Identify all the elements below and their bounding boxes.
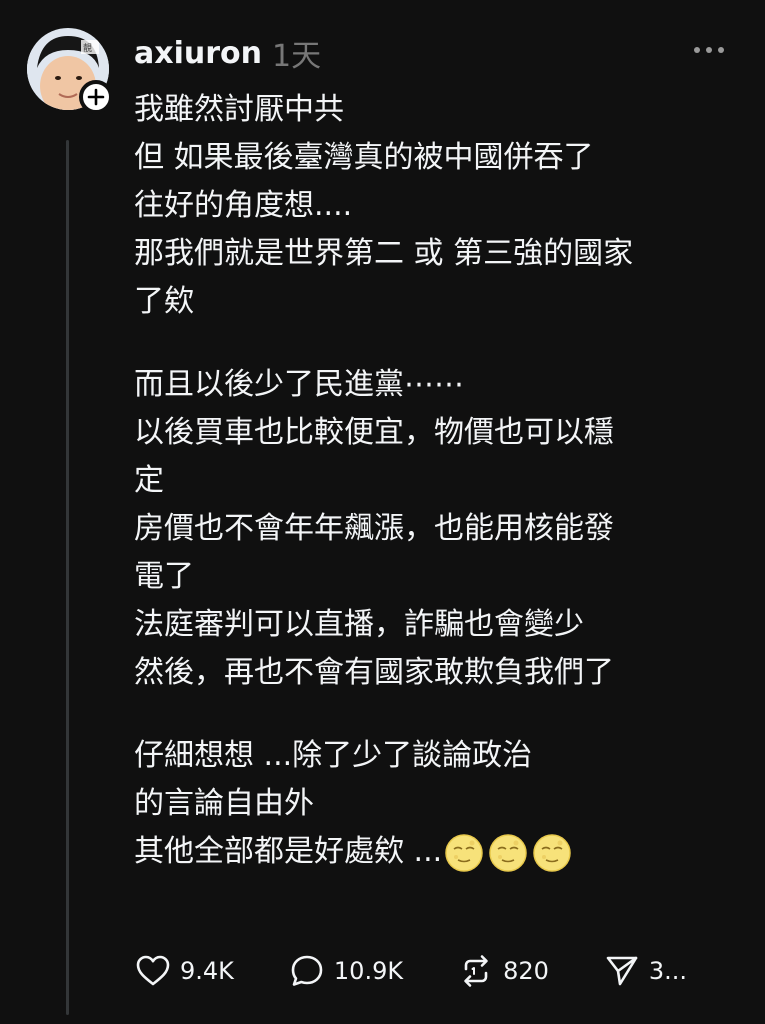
avatar-container[interactable]: 靚 xyxy=(27,28,113,114)
post-text-line: 仔細想想 ...除了少了談論政治 xyxy=(134,738,533,773)
post-text-line: 法庭審判可以直播，詐騙也會變少 xyxy=(134,607,584,642)
post-text-line: 那我們就是世界第二 或 第三強的國家 xyxy=(134,236,634,271)
like-button[interactable]: 9.4K xyxy=(134,952,234,990)
post-paragraph: 仔細想想 ...除了少了談論政治 的言論自由外 其他全部都是好處欸 ... xyxy=(134,732,744,876)
moon-face-emoji xyxy=(533,833,571,872)
post-text-line: 以後買車也比較便宜，物價也可以穩 xyxy=(134,415,614,450)
post-paragraph: 而且以後少了民進黨⋯⋯ 以後買車也比較便宜，物價也可以穩 定 房價也不會年年飆漲… xyxy=(134,361,744,697)
post-text-line: 而且以後少了民進黨⋯⋯ xyxy=(134,367,464,402)
post-body: 我雖然討厭中共 但 如果最後臺灣真的被中國併吞了 往好的角度想.... 那我們就… xyxy=(134,86,744,911)
post-text: 其他全部都是好處欸 ... xyxy=(134,834,443,869)
comment-count: 10.9K xyxy=(333,957,404,985)
thread-line xyxy=(66,140,69,1015)
plus-icon xyxy=(87,88,105,106)
repost-count: 820 xyxy=(503,957,549,985)
avatar-overlay-text: 靚 xyxy=(83,42,92,54)
send-icon xyxy=(606,956,638,986)
post-text-line: 然後，再也不會有國家敢欺負我們了 xyxy=(134,655,614,690)
post-text-line: 往好的角度想.... xyxy=(134,188,353,223)
post-text-line: 定 xyxy=(134,463,164,498)
timestamp: 1天 xyxy=(272,39,322,74)
share-button[interactable]: 3... xyxy=(603,952,687,990)
share-count: 3... xyxy=(648,957,688,985)
post-paragraph: 我雖然討厭中共 但 如果最後臺灣真的被中國併吞了 往好的角度想.... 那我們就… xyxy=(134,86,744,326)
like-count: 9.4K xyxy=(180,957,234,985)
moon-face-emoji xyxy=(445,833,483,872)
post-text-line: 但 如果最後臺灣真的被中國併吞了 xyxy=(134,140,594,175)
post-text-line-with-emoji: 其他全部都是好處欸 ... xyxy=(134,828,744,876)
username[interactable]: axiuron xyxy=(134,36,262,71)
post-actions: 9.4K 10.9K 820 3... xyxy=(134,952,741,990)
comment-bubble-icon xyxy=(291,955,323,986)
repost-button[interactable]: 820 xyxy=(457,952,549,990)
post-text-line: 電了 xyxy=(134,559,194,594)
emoji-row xyxy=(444,833,572,873)
more-options-button[interactable] xyxy=(689,38,729,62)
moon-face-emoji xyxy=(489,833,527,872)
post-text-line: 房價也不會年年飆漲，也能用核能發 xyxy=(134,511,614,546)
heart-icon xyxy=(136,955,170,986)
repost-icon xyxy=(464,955,488,987)
more-dots-icon xyxy=(694,47,724,53)
comment-button[interactable]: 10.9K xyxy=(288,952,403,990)
follow-button[interactable] xyxy=(79,80,113,114)
post-header: axiuron 1天 xyxy=(134,28,737,78)
post-text-line: 我雖然討厭中共 xyxy=(134,92,344,127)
post-text-line: 了欸 xyxy=(134,284,194,319)
post-text-line: 的言論自由外 xyxy=(134,786,314,821)
